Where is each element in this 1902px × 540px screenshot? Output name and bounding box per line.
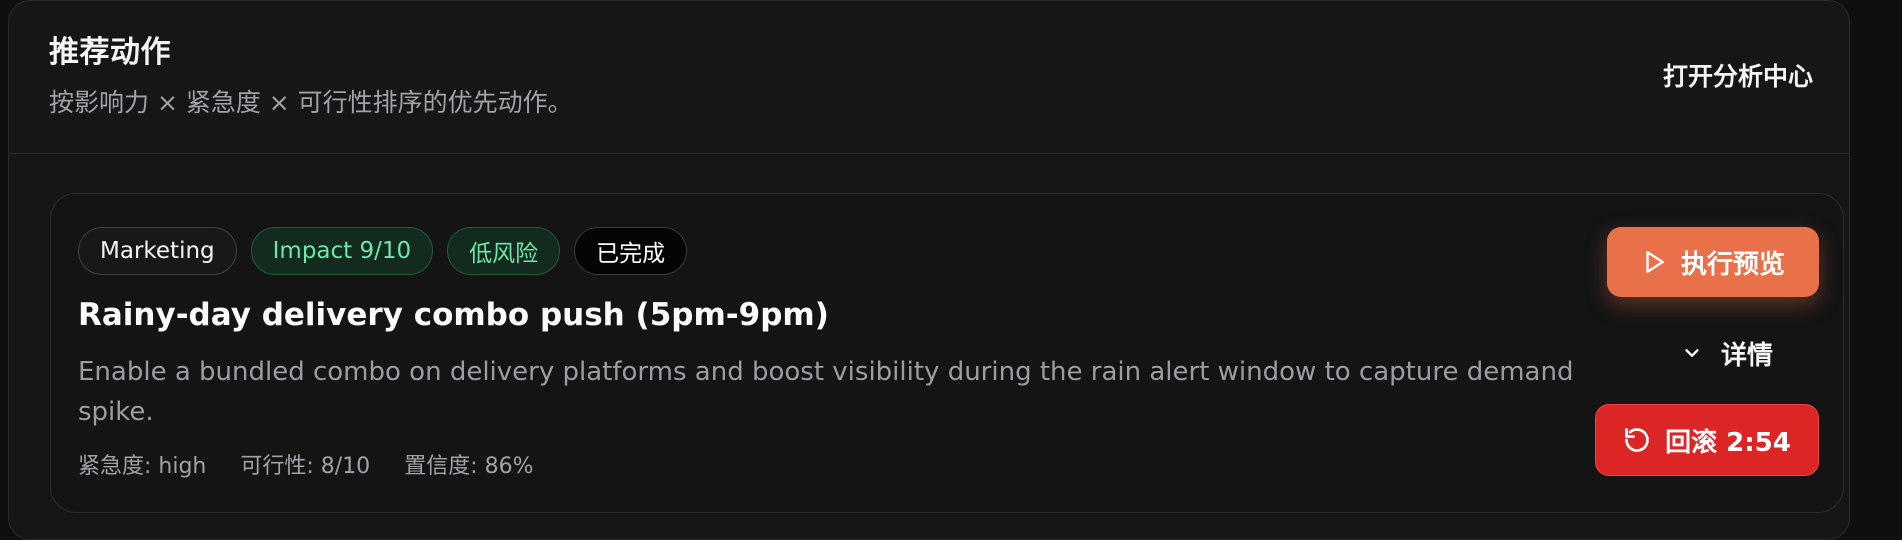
action-description: Enable a bundled combo on delivery platf… — [78, 357, 1574, 427]
recommended-actions-panel: 推荐动作 按影响力 × 紧急度 × 可行性排序的优先动作。 打开分析中心 Mar… — [8, 0, 1850, 540]
category-tag: Marketing — [78, 227, 237, 275]
panel-header: 推荐动作 按影响力 × 紧急度 × 可行性排序的优先动作。 打开分析中心 — [9, 1, 1849, 154]
impact-tag: Impact 9/10 — [250, 227, 434, 275]
tag-list: Marketing Impact 9/10 低风险 已完成 — [78, 227, 688, 275]
open-analytics-center-link[interactable]: 打开分析中心 — [1655, 51, 1821, 99]
action-meta: 紧急度: high 可行性: 8/10 置信度: 86% — [78, 448, 534, 480]
panel-title: 推荐动作 — [49, 35, 171, 70]
play-icon — [1641, 249, 1667, 275]
rollback-label: 回滚 2:54 — [1665, 427, 1791, 458]
rotate-ccw-icon — [1623, 426, 1651, 454]
run-preview-label: 执行预览 — [1680, 249, 1785, 280]
run-preview-button[interactable]: 执行预览 — [1607, 227, 1819, 297]
urgency-value: 紧急度: high — [78, 454, 207, 479]
rollback-button[interactable]: 回滚 2:54 — [1595, 404, 1819, 476]
details-label: 详情 — [1721, 340, 1774, 371]
details-toggle-button[interactable]: 详情 — [1681, 330, 1773, 376]
action-title: Rainy-day delivery combo push (5pm-9pm) — [78, 297, 829, 333]
chevron-down-icon — [1681, 342, 1703, 364]
feasibility-value: 可行性: 8/10 — [240, 454, 371, 479]
panel-subtitle: 按影响力 × 紧急度 × 可行性排序的优先动作。 — [49, 88, 573, 117]
action-card: Marketing Impact 9/10 低风险 已完成 Rainy-day … — [50, 193, 1844, 513]
confidence-value: 置信度: 86% — [404, 454, 534, 479]
status-tag: 已完成 — [574, 227, 688, 275]
risk-tag: 低风险 — [447, 227, 561, 275]
